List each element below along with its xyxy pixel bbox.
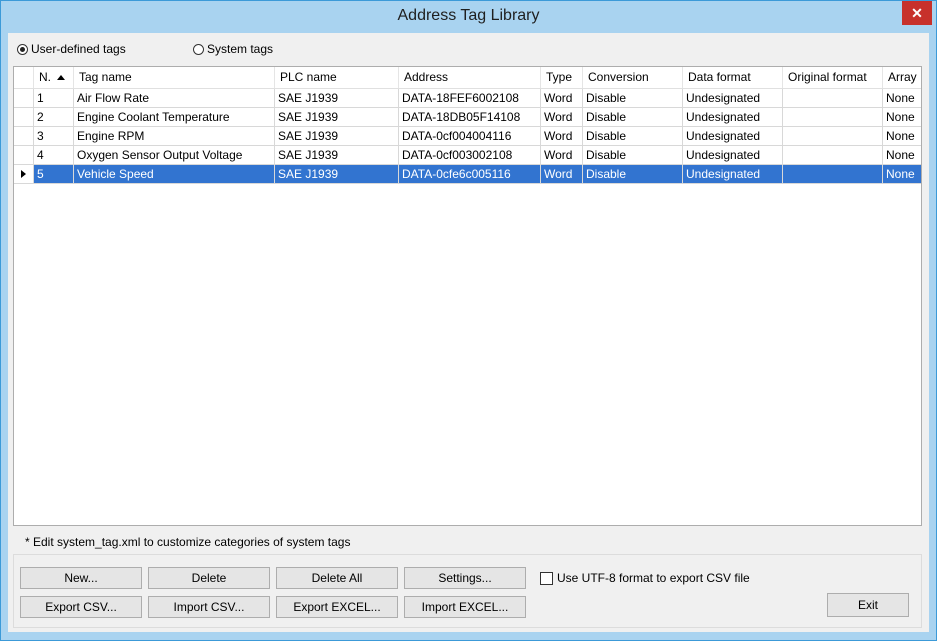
cell-tag-name[interactable]: Vehicle Speed — [74, 165, 275, 184]
table-row[interactable]: 2 Engine Coolant Temperature SAE J1939 DATA… — [14, 108, 921, 127]
cell-data-format[interactable]: Undesignated — [683, 108, 783, 127]
cell-original-format[interactable] — [783, 127, 883, 146]
cell-conversion[interactable]: Disable — [583, 108, 683, 127]
cell-conversion[interactable]: Disable — [583, 146, 683, 165]
cell-number[interactable]: 4 — [34, 146, 74, 165]
cell-array[interactable]: None — [883, 127, 921, 146]
utf8-export-checkbox[interactable]: Use UTF-8 format to export CSV file — [540, 571, 750, 585]
cell-plc-name[interactable]: SAE J1939 — [275, 89, 399, 108]
cell-array[interactable]: None — [883, 165, 921, 184]
table-row[interactable]: 3 Engine RPM SAE J1939 DATA-0cf004004116 Wor… — [14, 127, 921, 146]
cell-conversion[interactable]: Disable — [583, 165, 683, 184]
cell-conversion[interactable]: Disable — [583, 89, 683, 108]
cell-address[interactable]: DATA-0cfe6c005116 — [399, 165, 541, 184]
sort-ascending-icon — [57, 75, 65, 81]
checkbox-unchecked-icon — [540, 571, 553, 585]
cell-plc-name[interactable]: SAE J1939 — [275, 108, 399, 127]
import-csv-button[interactable]: Import CSV... — [148, 596, 270, 618]
cell-tag-name[interactable]: Engine Coolant Temperature — [74, 108, 275, 127]
row-indicator[interactable] — [14, 89, 34, 108]
cell-tag-name[interactable]: Oxygen Sensor Output Voltage — [74, 146, 275, 165]
cell-original-format[interactable] — [783, 89, 883, 108]
column-header-plc-name[interactable]: PLC name — [275, 67, 399, 88]
table-header: N. Tag name PLC name Address Type Conver… — [14, 67, 921, 89]
window-title: Address Tag Library — [397, 7, 540, 24]
cell-data-format[interactable]: Undesignated — [683, 146, 783, 165]
cell-plc-name[interactable]: SAE J1939 — [275, 127, 399, 146]
system-tag-note: * Edit system_tag.xml to customize categ… — [25, 535, 351, 549]
cell-number[interactable]: 5 — [34, 165, 74, 184]
cell-type[interactable]: Word — [541, 108, 583, 127]
cell-data-format[interactable]: Undesignated — [683, 127, 783, 146]
cell-tag-name[interactable]: Engine RPM — [74, 127, 275, 146]
current-row-arrow-icon — [21, 170, 26, 178]
cell-original-format[interactable] — [783, 146, 883, 165]
utf8-checkbox-label: Use UTF-8 format to export CSV file — [557, 571, 750, 585]
new-button[interactable]: New... — [20, 567, 142, 589]
cell-original-format[interactable] — [783, 165, 883, 184]
cell-address[interactable]: DATA-0cf003002108 — [399, 146, 541, 165]
column-header-array[interactable]: Array — [883, 67, 921, 88]
column-header-tag-name[interactable]: Tag name — [74, 67, 275, 88]
radio-system-tags[interactable]: System tags — [193, 42, 273, 56]
cell-address[interactable]: DATA-18DB05F14108 — [399, 108, 541, 127]
exit-button[interactable]: Exit — [827, 593, 909, 617]
export-csv-button[interactable]: Export CSV... — [20, 596, 142, 618]
cell-data-format[interactable]: Undesignated — [683, 165, 783, 184]
cell-type[interactable]: Word — [541, 165, 583, 184]
radio-user-defined-label: User-defined tags — [31, 42, 126, 56]
dialog-body: User-defined tags System tags N. Tag nam… — [8, 33, 929, 632]
row-indicator[interactable] — [14, 165, 34, 184]
cell-address[interactable]: DATA-0cf004004116 — [399, 127, 541, 146]
radio-selected-icon — [17, 43, 28, 55]
cell-data-format[interactable]: Undesignated — [683, 89, 783, 108]
address-tag-library-window: Address Tag Library ✕ User-defined tags … — [0, 0, 937, 641]
table-row[interactable]: 1 Air Flow Rate SAE J1939 DATA-18FEF6002108… — [14, 89, 921, 108]
cell-number[interactable]: 1 — [34, 89, 74, 108]
column-header-type[interactable]: Type — [541, 67, 583, 88]
column-header-address[interactable]: Address — [399, 67, 541, 88]
column-header-data-format[interactable]: Data format — [683, 67, 783, 88]
cell-original-format[interactable] — [783, 108, 883, 127]
cell-address[interactable]: DATA-18FEF6002108 — [399, 89, 541, 108]
column-header-number[interactable]: N. — [34, 67, 74, 88]
close-button[interactable]: ✕ — [902, 1, 932, 25]
table-row[interactable]: 4 Oxygen Sensor Output Voltage SAE J1939 DA… — [14, 146, 921, 165]
cell-number[interactable]: 3 — [34, 127, 74, 146]
cell-tag-name[interactable]: Air Flow Rate — [74, 89, 275, 108]
cell-type[interactable]: Word — [541, 89, 583, 108]
cell-array[interactable]: None — [883, 146, 921, 165]
settings-button[interactable]: Settings... — [404, 567, 526, 589]
export-excel-button[interactable]: Export EXCEL... — [276, 596, 398, 618]
header-row-indicator — [14, 67, 34, 88]
cell-plc-name[interactable]: SAE J1939 — [275, 146, 399, 165]
radio-user-defined-tags[interactable]: User-defined tags — [17, 42, 126, 56]
delete-all-button[interactable]: Delete All — [276, 567, 398, 589]
radio-unselected-icon — [193, 43, 204, 55]
cell-array[interactable]: None — [883, 89, 921, 108]
column-header-conversion[interactable]: Conversion — [583, 67, 683, 88]
import-excel-button[interactable]: Import EXCEL... — [404, 596, 526, 618]
title-bar[interactable]: Address Tag Library ✕ — [1, 1, 936, 33]
cell-number[interactable]: 2 — [34, 108, 74, 127]
radio-system-label: System tags — [207, 42, 274, 56]
cell-type[interactable]: Word — [541, 127, 583, 146]
cell-plc-name[interactable]: SAE J1939 — [275, 165, 399, 184]
cell-conversion[interactable]: Disable — [583, 127, 683, 146]
column-header-original-format[interactable]: Original format — [783, 67, 883, 88]
row-indicator[interactable] — [14, 146, 34, 165]
cell-array[interactable]: None — [883, 108, 921, 127]
table-row[interactable]: 5 Vehicle Speed SAE J1939 DATA-0cfe6c005116… — [14, 165, 921, 184]
row-indicator[interactable] — [14, 127, 34, 146]
delete-button[interactable]: Delete — [148, 567, 270, 589]
tag-table[interactable]: N. Tag name PLC name Address Type Conver… — [13, 66, 922, 526]
cell-type[interactable]: Word — [541, 146, 583, 165]
row-indicator[interactable] — [14, 108, 34, 127]
